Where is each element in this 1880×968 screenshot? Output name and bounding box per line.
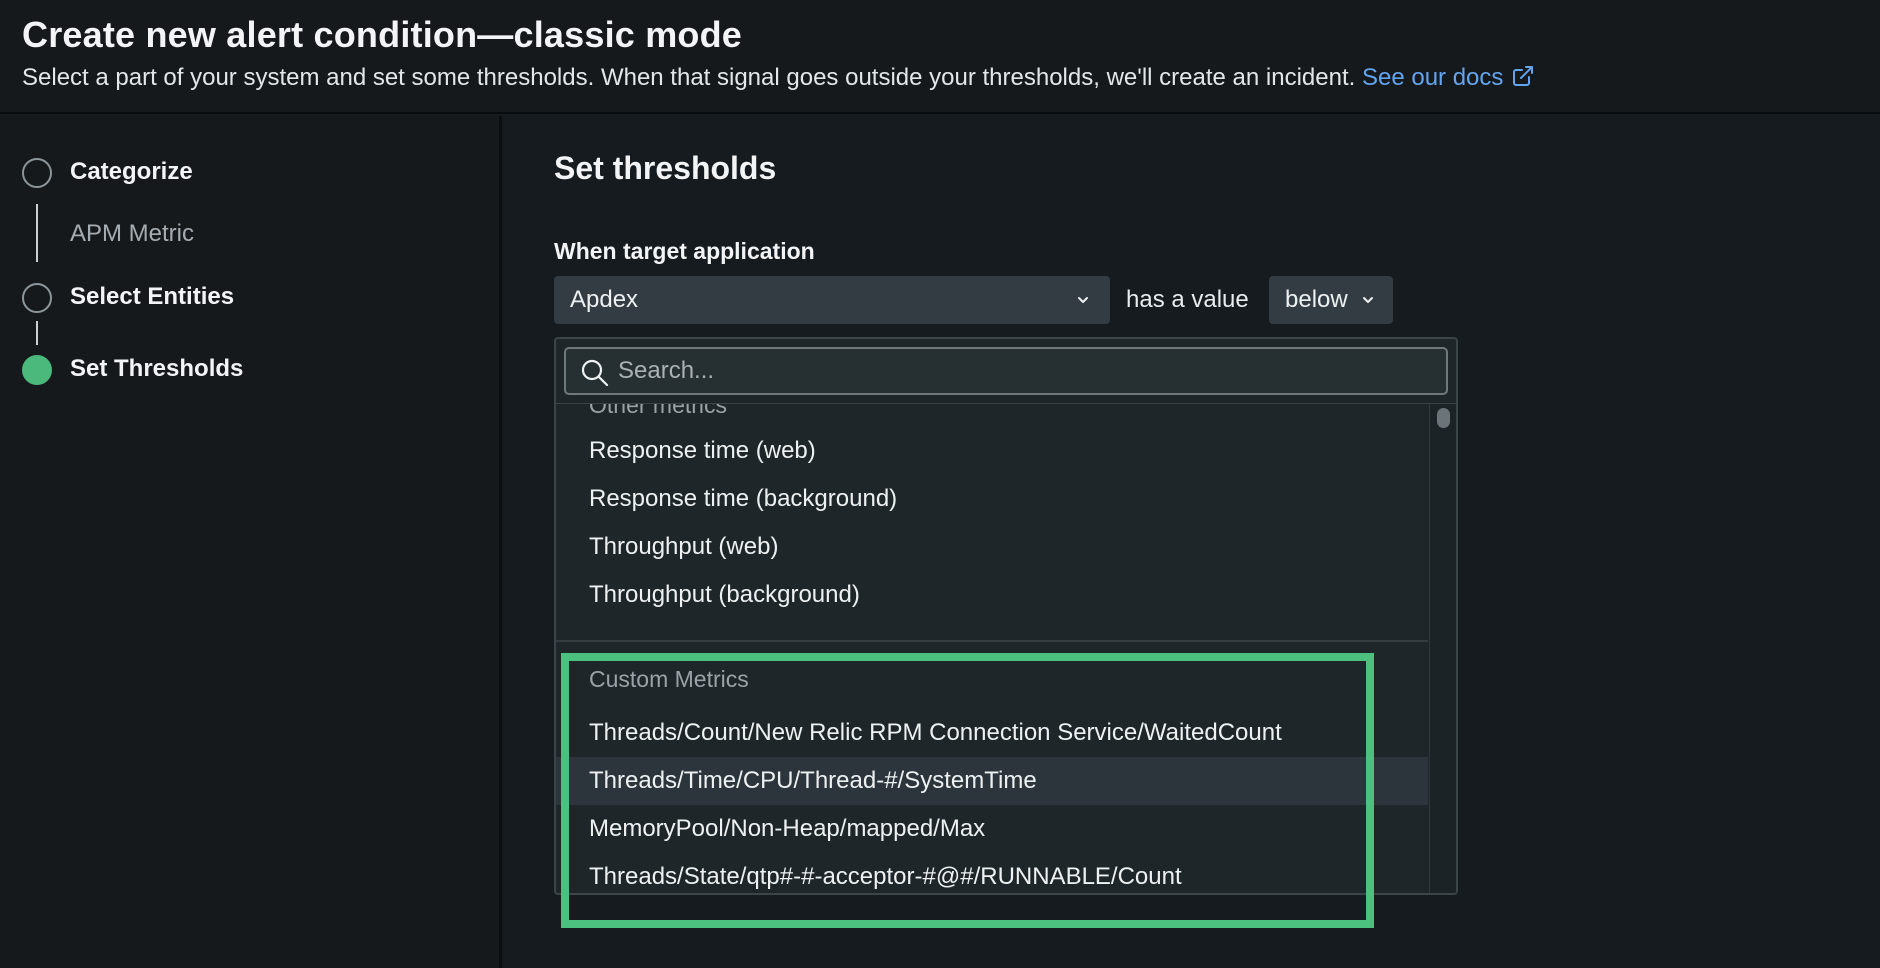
chevron-down-icon (1078, 297, 1088, 303)
list-item[interactable]: Response time (background) (556, 475, 1428, 523)
group-header-custom-metrics: Custom Metrics (589, 666, 749, 692)
step-select-entities-circle-icon (22, 283, 52, 313)
page-title: Create new alert condition—classic mode (22, 14, 743, 55)
metric-search (564, 347, 1448, 395)
main-content: Set thresholds When target application A… (505, 116, 1880, 968)
operator-select-value: below (1285, 286, 1348, 313)
group-header-other-metrics: Other metrics (589, 404, 728, 418)
metric-dropdown: Other metrics Response time (web) Respon… (554, 337, 1458, 895)
step-select-entities[interactable]: Select Entities (70, 283, 234, 311)
list-item[interactable]: Throughput (background) (556, 571, 1428, 619)
list-item[interactable]: Threads/Count/New Relic RPM Connection S… (556, 709, 1428, 757)
page-header: Create new alert condition—classic mode … (0, 0, 1880, 114)
step-categorize-value: APM Metric (70, 220, 195, 247)
subtitle-text: Select a part of your system and set som… (22, 64, 1356, 91)
section-title: Set thresholds (554, 150, 777, 186)
step-connector (36, 204, 38, 262)
page-subtitle: Select a part of your system and set som… (22, 64, 1535, 92)
step-set-thresholds-circle-icon (22, 355, 52, 385)
metric-select[interactable]: Apdex (554, 276, 1110, 324)
list-item[interactable]: MemoryPool/Non-Heap/mapped/Max (556, 805, 1428, 853)
list-item[interactable]: Throughput (web) (556, 523, 1428, 571)
has-value-text: has a value (1126, 286, 1249, 313)
step-connector (36, 321, 38, 345)
group-divider (556, 640, 1428, 642)
search-icon (581, 359, 609, 387)
docs-link[interactable]: See our docs (1362, 64, 1535, 91)
external-link-icon (1513, 66, 1534, 86)
metric-list[interactable]: Other metrics Response time (web) Respon… (556, 404, 1428, 893)
list-item[interactable]: Threads/Time/CPU/Thread-#/SystemTime (556, 757, 1428, 805)
operator-select[interactable]: below (1269, 276, 1393, 324)
scrollbar-thumb[interactable] (1437, 408, 1450, 428)
step-categorize-circle-icon (22, 158, 52, 188)
docs-link-label: See our docs (1361, 64, 1504, 91)
search-input[interactable] (618, 356, 1418, 386)
chevron-down-icon (1363, 297, 1373, 303)
stepper-sidebar: Categorize APM Metric Select Entities Se… (0, 116, 502, 968)
step-set-thresholds[interactable]: Set Thresholds (70, 355, 243, 383)
list-item[interactable]: Threads/State/qtp#-#-acceptor-#@#/RUNNAB… (556, 853, 1428, 893)
list-item[interactable]: Response time (web) (556, 427, 1428, 475)
target-application-label: When target application (554, 238, 815, 264)
step-categorize[interactable]: Categorize (70, 158, 193, 186)
scrollbar[interactable] (1429, 404, 1456, 893)
metric-select-value: Apdex (570, 286, 639, 313)
